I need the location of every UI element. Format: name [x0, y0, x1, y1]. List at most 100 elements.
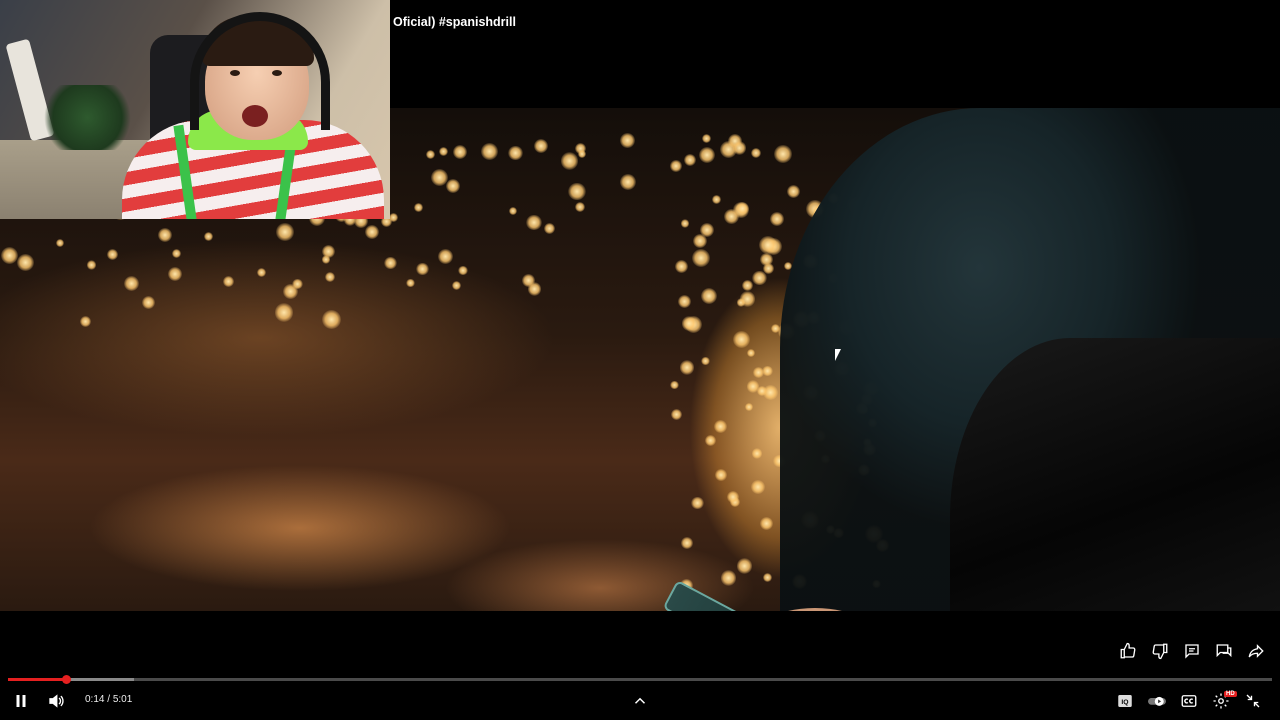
bokeh-light [762, 365, 773, 377]
bokeh-light [742, 280, 753, 291]
bokeh-light [414, 202, 424, 212]
share-icon[interactable] [1246, 641, 1266, 661]
bokeh-light [107, 248, 119, 260]
bokeh-light [438, 249, 454, 264]
bokeh-light [526, 214, 542, 231]
bokeh-light [679, 360, 695, 375]
bokeh-light [692, 249, 711, 268]
mouth [242, 105, 268, 127]
bokeh-light [451, 280, 462, 291]
bokeh-light [578, 149, 587, 158]
thumbs-down-icon[interactable] [1150, 641, 1170, 661]
bokeh-light [56, 239, 65, 248]
bokeh-light [86, 260, 97, 270]
bokeh-light [452, 144, 467, 159]
bokeh-light [745, 403, 754, 412]
bokeh-light [527, 282, 542, 296]
webcam-plant [40, 85, 135, 150]
bokeh-light [274, 302, 294, 322]
bokeh-light [774, 145, 792, 163]
bokeh-light [445, 178, 460, 193]
bokeh-light [670, 408, 682, 420]
bokeh-light [325, 271, 336, 282]
bokeh-light [458, 265, 468, 275]
bokeh-light [620, 132, 636, 148]
bokeh-light [751, 480, 766, 495]
bokeh-light [701, 356, 711, 366]
eye-right [272, 70, 282, 76]
bokeh-light [172, 249, 182, 259]
volume-icon[interactable] [47, 688, 65, 714]
bokeh-light [739, 291, 756, 307]
progress-bar[interactable] [8, 675, 1272, 684]
mouse-cursor-icon [835, 349, 841, 361]
bokeh-light [365, 224, 379, 239]
exit-fullscreen-icon[interactable] [1244, 688, 1262, 714]
current-time: 0:14 [85, 694, 105, 705]
cc-icon[interactable] [1180, 688, 1198, 714]
player-controls: 0:14 / 5:01 IQ HD [0, 688, 1280, 714]
duration: 5:01 [112, 694, 133, 705]
bokeh-light [560, 152, 579, 170]
bokeh-light [681, 537, 693, 550]
bokeh-light [256, 267, 267, 278]
bokeh-light [760, 253, 773, 266]
eye-left [230, 70, 240, 76]
bokeh-light [683, 153, 697, 167]
bokeh-light [481, 143, 498, 161]
bokeh-light [715, 469, 727, 481]
bokeh-light [720, 570, 737, 586]
pause-icon[interactable] [12, 688, 30, 714]
bokeh-light [276, 223, 294, 241]
bokeh-light [680, 219, 690, 229]
bokeh-light [674, 260, 688, 274]
time-display: 0:14 / 5:01 [85, 694, 132, 705]
chevron-up-icon[interactable] [631, 688, 649, 714]
bokeh-light [620, 174, 636, 191]
video-title[interactable]: Oficial) #spanishdrill [393, 15, 516, 29]
comment-icon[interactable] [1182, 641, 1202, 661]
webcam-overlay [0, 0, 390, 219]
bokeh-light [204, 232, 214, 242]
leather-jacket [950, 338, 1280, 611]
bokeh-light [746, 348, 756, 358]
bokeh-light [292, 278, 304, 290]
thumbs-up-icon[interactable] [1118, 641, 1138, 661]
bokeh-light [142, 296, 156, 310]
iq-icon[interactable]: IQ [1116, 688, 1134, 714]
bokeh-light [750, 147, 761, 158]
bokeh-light [691, 496, 704, 510]
scrubber-handle[interactable] [62, 675, 72, 684]
bokeh-light [167, 266, 182, 281]
chat-icon[interactable] [1214, 641, 1234, 661]
bokeh-light [726, 491, 739, 504]
bokeh-light [406, 278, 415, 287]
bokeh-light [719, 140, 737, 158]
bokeh-light [384, 256, 397, 270]
bokeh-light [223, 275, 235, 287]
svg-text:IQ: IQ [1121, 699, 1128, 706]
bokeh-light [763, 573, 773, 583]
bokeh-light [124, 276, 140, 292]
bokeh-light [321, 309, 342, 330]
bokeh-light [786, 184, 800, 198]
bokeh-light [430, 169, 448, 187]
bokeh-light [157, 228, 172, 242]
bokeh-light [692, 233, 708, 249]
bokeh-light [509, 207, 518, 216]
bokeh-light [574, 201, 586, 213]
bokeh-light [426, 149, 436, 159]
hd-badge: HD [1224, 691, 1237, 697]
bokeh-light [670, 160, 682, 172]
bokeh-light [533, 139, 549, 154]
bokeh-light [751, 448, 762, 459]
bokeh-light [698, 147, 716, 164]
bokeh-light [701, 288, 718, 305]
bokeh-light [567, 182, 586, 201]
bokeh-light [681, 316, 697, 331]
bokeh-light [543, 223, 555, 235]
bokeh-light [759, 236, 777, 254]
bokeh-light [736, 558, 752, 574]
autoplay-toggle-icon[interactable] [1146, 688, 1168, 714]
bokeh-light [770, 212, 784, 226]
